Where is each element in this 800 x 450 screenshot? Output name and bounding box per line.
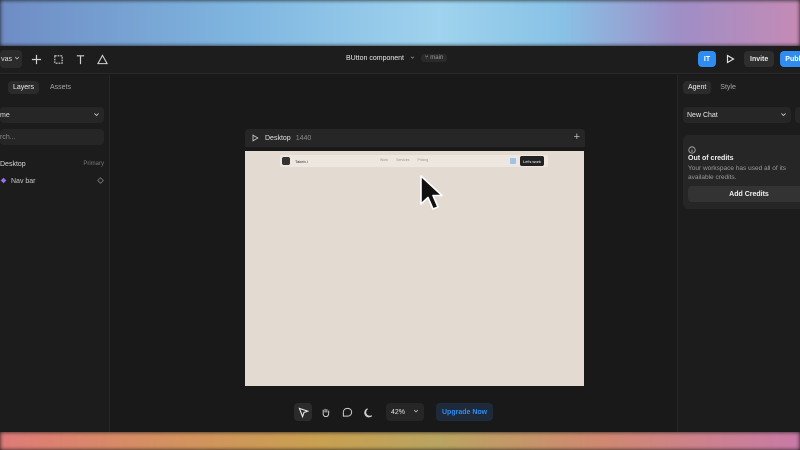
frame-icon[interactable] [50,50,66,68]
top-bar: vas BUtton component ⑂ main IT Invite Pu… [0,46,800,74]
preview-icon [510,158,516,164]
layer-row-desktop[interactable]: Desktop Primary [0,157,104,171]
arrow-cursor-icon [420,175,443,210]
canvas[interactable]: Desktop 1440 + Takeb.i Work Services Pri… [111,75,677,432]
chevron-down-icon [413,408,419,416]
toolbar-right: IT Invite Publ [698,51,800,67]
publish-button[interactable]: Publ [780,51,800,67]
text-icon[interactable] [72,50,88,68]
invite-button[interactable]: Invite [744,51,775,67]
hand-icon[interactable] [316,403,334,421]
pointer-icon[interactable] [294,403,312,421]
mode-select[interactable]: vas [0,50,22,68]
chat-options-button[interactable] [795,107,800,123]
preview-link: Services [396,158,410,162]
play-icon[interactable] [722,51,738,67]
preview-cta: Let's work [520,156,544,166]
branch-name: main [430,55,444,61]
frame-preview[interactable]: Takeb.i Work Services Pricing Let's work [245,151,584,386]
tab-assets[interactable]: Assets [45,81,76,94]
avatar[interactable]: IT [698,51,716,67]
layer-frame-tag: Primary [83,161,104,167]
tab-style[interactable]: Style [715,81,741,94]
chat-select-label: New Chat [687,111,718,119]
credits-title: Out of credits [688,155,734,162]
layer-row-nav-bar[interactable]: Nav bar [0,174,104,188]
bottom-toolbar: 42% Upgrade Now [294,402,494,422]
chevron-down-icon [14,55,20,63]
search-input[interactable] [0,129,104,145]
left-panel: Layers Assets me Desktop Primary Nav bar [0,75,110,432]
chevron-down-icon [93,111,100,120]
app-window: vas BUtton component ⑂ main IT Invite Pu… [0,46,800,432]
preview-brand: Takeb.i [295,158,308,164]
moon-icon[interactable] [360,403,378,421]
chevron-down-icon [780,111,787,120]
upgrade-button[interactable]: Upgrade Now [436,403,494,421]
preview-links: Work Services Pricing [380,158,428,162]
info-icon [688,141,696,154]
component-instance-icon [97,176,104,186]
background-gradient-top [0,0,800,46]
add-credits-button[interactable]: Add Credits [688,186,800,202]
right-tabs: Agent Style [683,81,741,94]
toolbar-left: vas [0,50,110,68]
title-chevron-icon [410,55,415,62]
mode-select-label: vas [1,55,12,63]
tab-hidden [0,81,2,94]
left-tabs: Layers Assets [0,81,76,94]
page-select-label: me [0,111,10,119]
project-title-group: BUtton component ⑂ main [346,54,448,62]
preview-nav-bar: Takeb.i Work Services Pricing Let's work [280,155,548,167]
branch-pill[interactable]: ⑂ main [420,54,448,62]
branch-icon: ⑂ [424,55,429,61]
layer-child-name: Nav bar [11,177,36,185]
layer-frame-name: Desktop [0,160,26,168]
component-icon [0,177,7,186]
credits-card: Out of credits Your workspace has used a… [683,135,800,209]
right-panel: Agent Style New Chat Out of credits Your… [677,75,800,432]
chat-select[interactable]: New Chat [683,107,791,123]
frame-play-icon[interactable] [249,134,261,142]
tab-agent[interactable]: Agent [683,81,712,94]
page-select[interactable]: me [0,107,104,123]
add-breakpoint-icon[interactable]: + [574,132,580,143]
project-title[interactable]: BUtton component [346,55,404,62]
preview-link: Pricing [417,158,429,162]
zoom-select[interactable]: 42% [386,403,424,421]
credits-description: Your workspace has used all of its avail… [688,165,787,181]
tab-layers[interactable]: Layers [8,81,40,94]
frame-name: Desktop [265,134,291,142]
preview-link: Work [380,158,389,162]
zoom-value: 42% [391,408,406,416]
frame-header[interactable]: Desktop 1440 + [245,129,585,147]
triangle-icon[interactable] [94,50,110,68]
comment-icon[interactable] [338,403,356,421]
layer-child-group: Nav bar [0,177,36,186]
frame-size: 1440 [295,134,312,142]
background-gradient-bottom [0,432,800,450]
preview-logo [282,157,290,165]
plus-icon[interactable] [28,50,44,68]
